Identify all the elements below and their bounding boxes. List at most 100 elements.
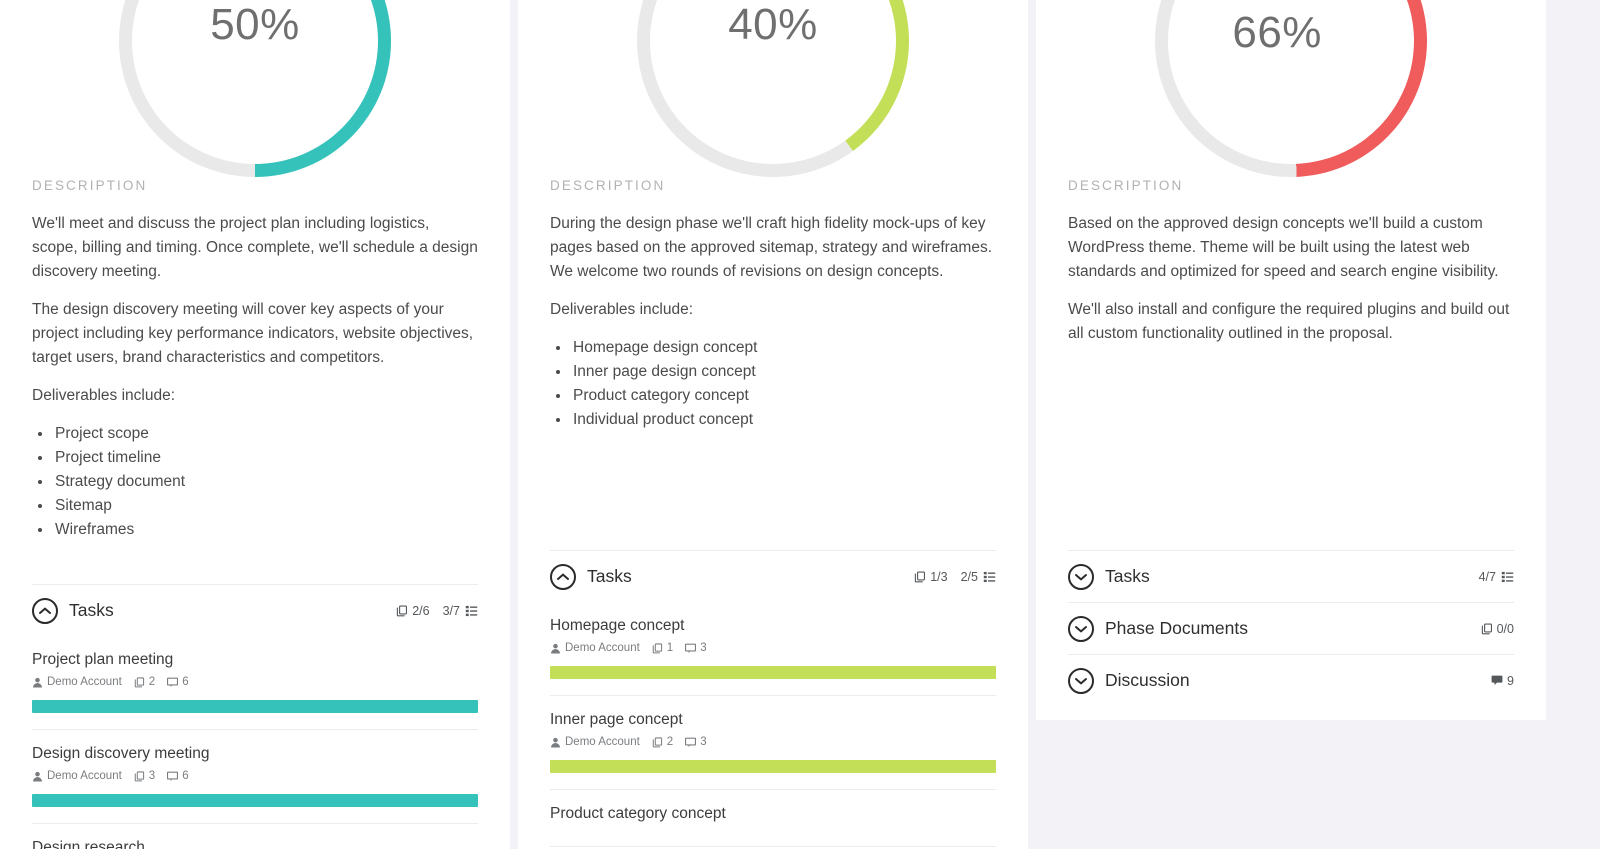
task-assignee: Demo Account — [550, 736, 640, 748]
chevron-down-circle-icon[interactable] — [1068, 563, 1094, 590]
task-comments: 3 — [685, 736, 707, 748]
task-assignee-name: Demo Account — [47, 770, 122, 782]
section-header-tasks[interactable]: Tasks 4/7 — [1068, 551, 1514, 602]
section-tasks: Tasks 1/3 2/5 Homepage concept Demo Acco… — [550, 550, 996, 847]
description-label: DESCRIPTION — [550, 178, 666, 193]
tasks-list: Project plan meeting Demo Account 2 6 De… — [32, 634, 478, 849]
task-progress-bar — [32, 700, 478, 713]
task-row[interactable]: Homepage concept Demo Account 1 3 — [550, 600, 996, 696]
list-item: Product category concept — [554, 384, 996, 408]
section-header-tasks[interactable]: Tasks 2/6 3/7 — [32, 585, 478, 636]
task-title: Design discovery meeting — [32, 745, 210, 762]
progress-donut-wrap: 66% — [1036, 0, 1546, 178]
description-label: DESCRIPTION — [1068, 178, 1184, 193]
tasks-icon — [1501, 571, 1514, 582]
files-icon — [397, 604, 408, 616]
section-header-phase-documents[interactable]: Phase Documents 0/0 — [1068, 603, 1514, 654]
description-paragraph: We'll meet and discuss the project plan … — [32, 215, 478, 280]
progress-percent-label: 40% — [728, 0, 818, 49]
section-meta: 4/7 — [1479, 570, 1514, 584]
task-row[interactable]: Design research — [32, 824, 478, 849]
progress-donut-wrap: 40% — [518, 0, 1028, 178]
chevron-down-circle-icon[interactable] — [1068, 667, 1094, 694]
section-header-discussion[interactable]: Discussion 9 — [1068, 655, 1514, 706]
task-assignee-name: Demo Account — [565, 642, 640, 654]
meta-tasks-value: 3/7 — [442, 603, 460, 618]
section-title: Discussion — [1105, 670, 1190, 690]
meta-files: 0/0 — [1481, 622, 1514, 636]
progress-donut: 40% — [637, 0, 909, 177]
meta-files-value: 0/0 — [1496, 621, 1514, 636]
task-meta: Demo Account 2 3 — [550, 736, 996, 748]
phase-column-design: 40% DESCRIPTION During the design phase … — [518, 0, 1028, 849]
card-body: DESCRIPTION During the design phase we'l… — [518, 178, 1028, 847]
chevron-up-circle-icon[interactable] — [32, 597, 58, 624]
files-icon — [134, 770, 144, 781]
section-meta: 1/3 2/5 — [914, 570, 996, 584]
phase-board: 50% DESCRIPTION We'll meet and discuss t… — [0, 0, 1600, 849]
phase-card: 40% DESCRIPTION During the design phase … — [518, 0, 1028, 849]
section-title: Phase Documents — [1105, 618, 1248, 638]
section-discussion: Discussion 9 — [1068, 654, 1514, 706]
progress-donut: 66% — [1105, 0, 1477, 178]
column-gap — [1028, 0, 1036, 849]
task-assignee-name: Demo Account — [47, 676, 122, 688]
tasks-list: Homepage concept Demo Account 1 3 Inner … — [550, 600, 996, 847]
chevron-down-circle-icon[interactable] — [1068, 615, 1094, 642]
person-icon — [33, 677, 42, 688]
comment-icon — [167, 771, 179, 781]
section-meta: 2/6 3/7 — [396, 604, 478, 618]
meta-tasks: 2/5 — [961, 570, 996, 584]
tasks-icon — [465, 605, 478, 616]
files-icon — [652, 642, 662, 653]
section-meta: 9 — [1491, 674, 1514, 688]
phase-column-discovery: 50% DESCRIPTION We'll meet and discuss t… — [0, 0, 510, 849]
description-paragraph: Based on the approved design concepts we… — [1068, 215, 1499, 280]
task-comments-count: 3 — [700, 736, 707, 748]
progress-percent-label: 66% — [1232, 7, 1322, 57]
section-meta: 0/0 — [1481, 622, 1514, 636]
section-header-tasks[interactable]: Tasks 1/3 2/5 — [550, 551, 996, 602]
task-row[interactable]: Design discovery meeting Demo Account 3 — [32, 730, 478, 824]
task-comments-count: 6 — [182, 770, 189, 782]
card-body: DESCRIPTION We'll meet and discuss the p… — [0, 178, 510, 849]
section-title: Tasks — [587, 566, 632, 586]
task-row[interactable]: Project plan meeting Demo Account 2 6 — [32, 634, 478, 730]
task-comments-count: 3 — [700, 642, 707, 654]
task-comments: 6 — [167, 676, 189, 688]
list-item: Individual product concept — [554, 408, 996, 432]
task-files-count: 1 — [666, 642, 674, 654]
phase-card: 66% DESCRIPTION Based on the approved de… — [1036, 0, 1546, 720]
task-title: Inner page concept — [550, 711, 683, 728]
section-title: Tasks — [1105, 566, 1150, 586]
meta-tasks-value: 2/5 — [960, 569, 978, 584]
task-row[interactable]: Product category concept — [550, 790, 996, 847]
task-assignee: Demo Account — [32, 770, 122, 782]
section-title: Tasks — [69, 600, 114, 620]
list-item: Project scope — [36, 422, 478, 446]
meta-comments-value: 9 — [1507, 673, 1514, 688]
description-paragraph: The design discovery meeting will cover … — [32, 301, 474, 366]
meta-files-value: 2/6 — [412, 603, 430, 618]
files-icon — [915, 570, 926, 582]
chevron-up-circle-icon[interactable] — [550, 563, 576, 590]
task-assignee-name: Demo Account — [565, 736, 640, 748]
phase-column-development: 66% DESCRIPTION Based on the approved de… — [1036, 0, 1546, 849]
progress-donut-wrap: 50% — [0, 0, 510, 178]
deliverables-list: Homepage design concept Inner page desig… — [554, 336, 996, 432]
files-icon — [652, 736, 662, 747]
person-icon — [551, 737, 560, 748]
phase-card: 50% DESCRIPTION We'll meet and discuss t… — [0, 0, 510, 849]
task-comments: 6 — [167, 770, 189, 782]
task-assignee: Demo Account — [32, 676, 122, 688]
board-background — [1546, 0, 1600, 849]
task-meta: Demo Account 1 3 — [550, 642, 996, 654]
list-item: Sitemap — [36, 494, 478, 518]
task-files: 2 — [134, 676, 155, 688]
task-files: 2 — [652, 736, 673, 748]
description-paragraph: Deliverables include: — [32, 387, 176, 404]
section-phase-documents: Phase Documents 0/0 — [1068, 602, 1514, 654]
task-row[interactable]: Inner page concept Demo Account 2 3 — [550, 696, 996, 790]
task-files-count: 2 — [148, 676, 156, 688]
comment-icon — [1491, 675, 1503, 686]
